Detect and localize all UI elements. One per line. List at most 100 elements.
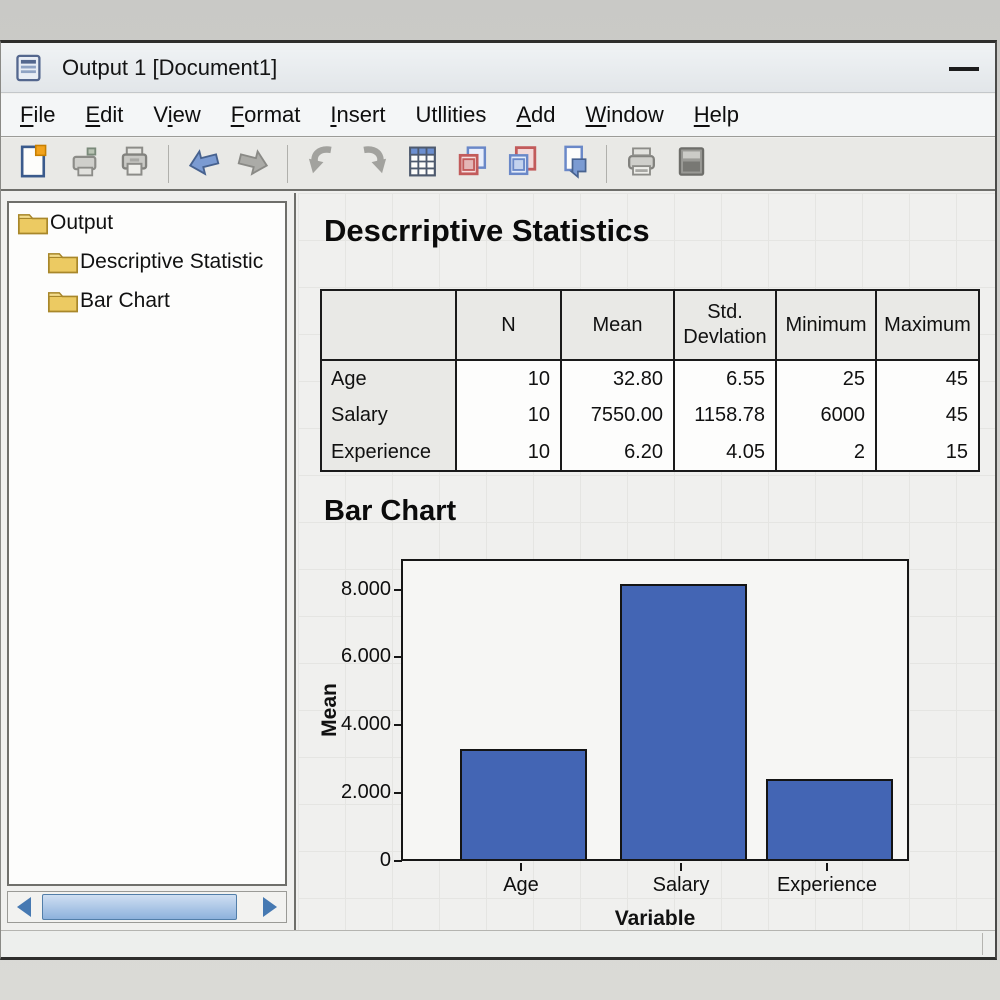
bar-chart-heading: Bar Chart: [324, 495, 457, 527]
x-tick-mark: [826, 863, 828, 871]
printer-setup-button[interactable]: [618, 142, 664, 186]
windows-overlap-red-alt-icon: [504, 143, 541, 185]
descriptive-statistics-table[interactable]: N Mean Std. Devlation Minimum Maximum Age 10 32…: [320, 289, 980, 472]
y-tick-label: 6.000: [340, 645, 391, 667]
table-value-cell: 10: [455, 397, 561, 434]
descriptives-heading: Descrriptive Statistics: [324, 213, 650, 248]
outline-pane: Output Descriptive Statistic Bar Chart: [1, 193, 296, 930]
table-value-cell: 45: [875, 360, 979, 397]
scroll-right-button[interactable]: [254, 892, 286, 922]
scrollbar-thumb[interactable]: [42, 894, 237, 920]
x-tick-label-age: Age: [503, 874, 539, 896]
toolbar-separator: [606, 144, 607, 183]
x-tick-label-salary: Salary: [652, 874, 710, 896]
menu-edit[interactable]: Edit: [70, 99, 138, 131]
table-header-row: N Mean Std. Devlation Minimum Maximum: [321, 290, 979, 361]
insert-object-icon: [554, 143, 591, 185]
menu-format[interactable]: Format: [216, 99, 316, 131]
chart-bar-experience: [765, 779, 893, 859]
chart-plot-area: [401, 559, 909, 861]
windows-overlap-red-button[interactable]: [449, 142, 495, 186]
windows-overlap-red-icon: [454, 143, 491, 185]
table-value-cell: 25: [775, 360, 876, 397]
window-title: Output 1 [Document1]: [62, 54, 278, 80]
menu-help[interactable]: Help: [679, 99, 754, 131]
main-split: Output Descriptive Statistic Bar Chart Des…: [1, 193, 995, 930]
data-table-button[interactable]: [399, 142, 445, 186]
go-back-button[interactable]: [180, 142, 226, 186]
menu-add[interactable]: Add: [501, 99, 570, 131]
y-tick-label: 8.000: [340, 578, 391, 600]
tree-item-label: Descriptive Statistic: [80, 249, 264, 273]
table-corner-cell: [321, 290, 456, 361]
folder-icon: [47, 249, 79, 275]
print-icon: [116, 143, 153, 185]
table-value-cell: 32.80: [560, 360, 674, 397]
output-content-pane: Descrriptive Statistics N Mean Std. Devlat…: [298, 193, 995, 930]
toolbar-separator: [287, 144, 288, 183]
folder-icon: [47, 288, 79, 314]
new-document-icon: [16, 143, 53, 185]
table-value-cell: 6.55: [673, 360, 776, 397]
printer-setup-icon: [623, 143, 660, 185]
chart-bar-salary: [619, 584, 747, 859]
table-value-cell: 10: [455, 360, 561, 397]
undo-button[interactable]: [299, 142, 345, 186]
table-value-cell: 15: [875, 434, 979, 471]
print-button[interactable]: [111, 142, 157, 186]
y-tick-mark: [394, 724, 402, 726]
go-forward-icon: [235, 143, 272, 185]
y-tick-label: 0: [379, 849, 391, 871]
row-label: Age: [321, 360, 456, 397]
table-row-salary: Salary 10 7550.00 1158.78 6000 45: [321, 397, 979, 434]
y-tick-mark: [394, 860, 402, 862]
menu-bar: File Edit View Format Insert Utllities Add Wind…: [1, 94, 995, 137]
output-panel-button[interactable]: [668, 142, 714, 186]
table-value-cell: 45: [875, 397, 979, 434]
table-value-cell: 7550.00: [560, 397, 674, 434]
menu-utllities[interactable]: Utllities: [400, 99, 501, 131]
redo-button[interactable]: [349, 142, 395, 186]
menu-window[interactable]: Window: [571, 99, 679, 131]
y-tick-label: 2.000: [340, 781, 391, 803]
table-value-cell: 2: [775, 434, 876, 471]
bar-chart-object[interactable]: 0 2.000 4.000 6.000 8.000 Age Salary Experience…: [298, 545, 978, 930]
tree-item-bar-chart[interactable]: Bar Chart: [9, 281, 285, 320]
menu-insert[interactable]: Insert: [315, 99, 400, 131]
title-bar: Output 1 [Document1]: [1, 43, 995, 93]
insert-object-button[interactable]: [549, 142, 595, 186]
column-header-minimum: Minimum: [775, 290, 876, 361]
data-table-icon: [404, 143, 441, 185]
menu-view[interactable]: View: [138, 99, 215, 131]
scroll-left-button[interactable]: [8, 892, 40, 922]
go-back-icon: [185, 143, 222, 185]
windows-overlap-red-alt-button[interactable]: [499, 142, 545, 186]
undo-icon: [304, 143, 341, 185]
output-viewer-window: Output 1 [Document1] File Edit View Format I…: [0, 40, 997, 960]
menu-file[interactable]: File: [5, 99, 70, 131]
table-value-cell: 1158.78: [673, 397, 776, 434]
minimize-button[interactable]: [949, 67, 979, 71]
new-document-button[interactable]: [11, 142, 57, 186]
status-bar: [1, 930, 995, 957]
tree-item-label: Bar Chart: [80, 288, 170, 312]
y-tick-mark: [394, 656, 402, 658]
table-row-age: Age 10 32.80 6.55 25 45: [321, 360, 979, 397]
row-label: Salary: [321, 397, 456, 434]
y-axis-title: Mean: [318, 683, 341, 737]
y-tick-mark: [394, 792, 402, 794]
row-label: Experience: [321, 434, 456, 471]
table-row-experience: Experience 10 6.20 4.05 2 15: [321, 434, 979, 471]
tree-item-descriptive-statistic[interactable]: Descriptive Statistic: [9, 242, 285, 281]
go-forward-button[interactable]: [230, 142, 276, 186]
table-value-cell: 4.05: [673, 434, 776, 471]
outline-horizontal-scrollbar[interactable]: [7, 891, 287, 923]
outline-tree: Output Descriptive Statistic Bar Chart: [7, 201, 287, 886]
left-arrow-icon: [17, 897, 31, 917]
toolbar-separator: [168, 144, 169, 183]
output-panel-icon: [673, 143, 710, 185]
table-value-cell: 10: [455, 434, 561, 471]
print-preview-button[interactable]: [61, 142, 107, 186]
tree-item-output[interactable]: Output: [9, 203, 285, 242]
chart-bar-age: [459, 749, 587, 859]
